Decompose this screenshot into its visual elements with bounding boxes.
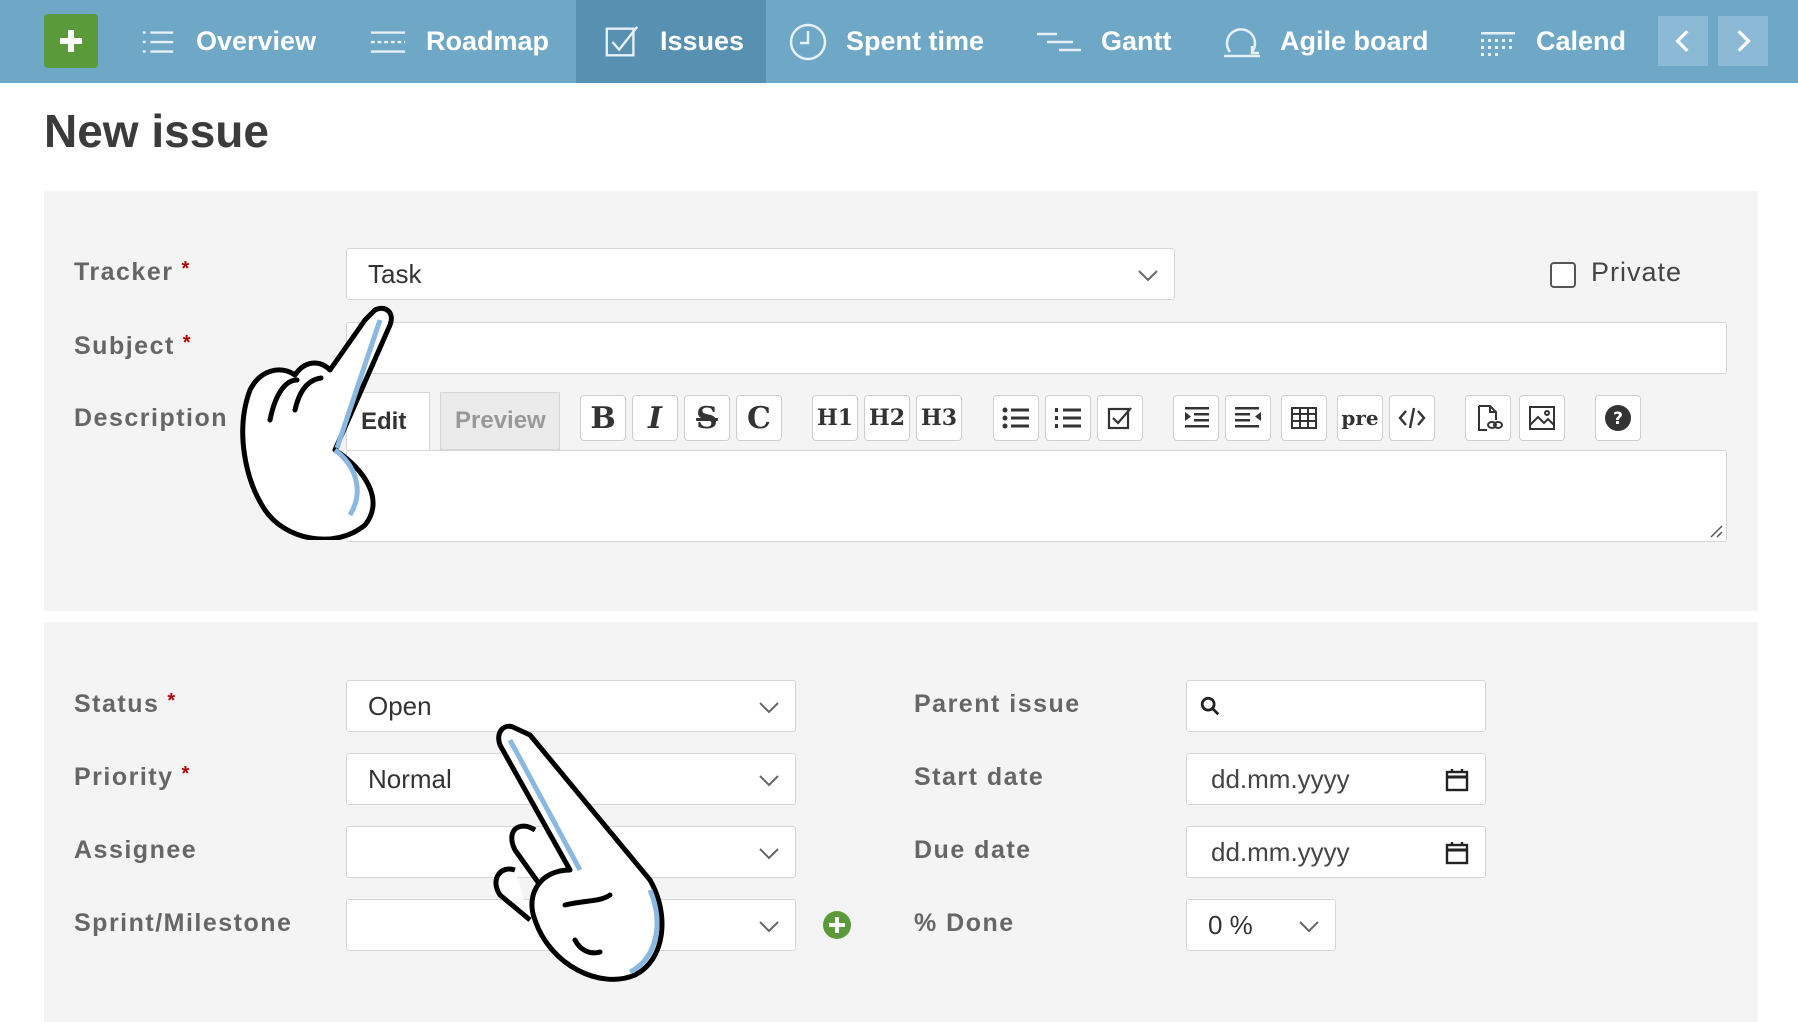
inline-code-button[interactable]: C — [736, 395, 782, 441]
nav-agile-board-label: Agile board — [1280, 26, 1429, 56]
calendar-picker-icon[interactable] — [1445, 840, 1469, 866]
italic-button[interactable]: I — [632, 395, 678, 441]
description-textarea[interactable] — [346, 450, 1727, 542]
priority-value: Normal — [368, 763, 452, 794]
subject-input[interactable] — [346, 322, 1727, 374]
nav-overview[interactable]: Overview — [138, 0, 316, 83]
preformatted-button[interactable]: pre — [1337, 395, 1383, 441]
outdent-icon — [1235, 407, 1261, 428]
due-date-placeholder: dd.mm.yyyy — [1211, 836, 1350, 867]
nav-issues[interactable]: Issues — [576, 0, 766, 83]
table-button[interactable] — [1281, 395, 1327, 441]
subject-label: Subject * — [74, 332, 193, 360]
nav-calendar[interactable]: Calend — [1478, 0, 1626, 83]
nav-roadmap[interactable]: Roadmap — [368, 0, 549, 83]
status-label: Status * — [74, 690, 177, 718]
help-button[interactable]: ? — [1595, 395, 1641, 441]
resize-grip-icon[interactable] — [1709, 524, 1723, 538]
nav-gantt[interactable]: Gantt — [1035, 0, 1172, 83]
agile-icon — [1222, 22, 1262, 62]
nav-spent-time-label: Spent time — [846, 26, 985, 56]
strikethrough-button[interactable]: S — [684, 395, 730, 441]
done-ratio-label: % Done — [914, 909, 1015, 937]
indent-left-button[interactable] — [1225, 395, 1271, 441]
nav-roadmap-label: Roadmap — [426, 26, 550, 56]
due-date-label: Due date — [914, 836, 1032, 864]
nav-calendar-label: Calend — [1536, 26, 1627, 56]
nav-agile-board[interactable]: Agile board — [1222, 0, 1429, 83]
project-menu: Overview Roadmap Issues Spent time Gantt… — [0, 0, 1798, 83]
list-icon — [138, 22, 178, 62]
due-date-input[interactable]: dd.mm.yyyy — [1186, 826, 1486, 878]
code-icon — [1398, 407, 1426, 429]
document-link-icon — [1478, 405, 1503, 431]
calendar-icon — [1478, 22, 1518, 62]
nav-scroll-left-button[interactable] — [1658, 16, 1708, 66]
assignee-label: Assignee — [74, 836, 198, 864]
tab-preview[interactable]: Preview — [440, 392, 560, 450]
clock-icon — [788, 22, 828, 62]
checklist-icon — [1107, 407, 1132, 430]
insert-link-button[interactable] — [1465, 395, 1511, 441]
chevron-down-icon — [759, 921, 779, 933]
start-date-label: Start date — [914, 763, 1045, 791]
insert-image-button[interactable] — [1519, 395, 1565, 441]
priority-label: Priority * — [74, 763, 191, 791]
parent-issue-input[interactable] — [1186, 680, 1486, 732]
code-block-button[interactable] — [1389, 395, 1435, 441]
status-value: Open — [368, 690, 432, 721]
chevron-right-icon — [1737, 30, 1751, 52]
nav-scroll-right-button[interactable] — [1718, 16, 1768, 66]
heading3-button[interactable]: H3 — [916, 395, 962, 441]
sprint-label: Sprint/Milestone — [74, 909, 293, 937]
start-date-placeholder: dd.mm.yyyy — [1211, 763, 1350, 794]
pointing-hand-icon — [493, 723, 665, 982]
heading2-button[interactable]: H2 — [864, 395, 910, 441]
description-label: Description — [74, 404, 229, 432]
parent-issue-label: Parent issue — [914, 690, 1081, 718]
table-icon — [1291, 407, 1317, 429]
help-icon: ? — [1605, 405, 1631, 431]
nav-gantt-label: Gantt — [1101, 26, 1172, 56]
roadmap-icon — [368, 22, 408, 62]
checkbox-icon — [602, 22, 642, 62]
numbered-list-button[interactable] — [1045, 395, 1091, 441]
numbered-list-icon — [1055, 408, 1081, 428]
private-label: Private — [1591, 257, 1683, 287]
bulleted-list-icon — [1002, 407, 1029, 429]
plus-icon — [60, 30, 82, 52]
new-object-button[interactable] — [44, 14, 98, 68]
chevron-down-icon — [759, 702, 779, 714]
chevron-down-icon — [1299, 921, 1319, 933]
chevron-down-icon — [1138, 270, 1158, 282]
start-date-input[interactable]: dd.mm.yyyy — [1186, 753, 1486, 805]
chevron-down-icon — [759, 848, 779, 860]
calendar-picker-icon[interactable] — [1445, 767, 1469, 793]
page-title: New issue — [44, 105, 269, 157]
nav-spent-time[interactable]: Spent time — [788, 0, 984, 83]
add-sprint-icon[interactable] — [822, 910, 852, 940]
indent-icon — [1185, 407, 1209, 428]
tracker-select[interactable]: Task — [346, 248, 1175, 300]
bulleted-list-button[interactable] — [993, 395, 1039, 441]
nav-issues-label: Issues — [660, 26, 745, 56]
indent-right-button[interactable] — [1173, 395, 1219, 441]
gantt-icon — [1035, 22, 1083, 62]
pointing-hand-icon — [240, 305, 394, 540]
checklist-button[interactable] — [1097, 395, 1143, 441]
tracker-value: Task — [368, 258, 422, 289]
done-ratio-select[interactable]: 0 % — [1186, 899, 1336, 951]
heading1-button[interactable]: H1 — [812, 395, 858, 441]
private-checkbox[interactable] — [1550, 262, 1576, 288]
image-icon — [1529, 406, 1555, 430]
done-ratio-value: 0 % — [1208, 909, 1253, 940]
chevron-down-icon — [759, 775, 779, 787]
chevron-left-icon — [1675, 30, 1689, 52]
issue-attributes-panel — [44, 622, 1758, 1022]
bold-button[interactable]: B — [580, 395, 626, 441]
svg-text:?: ? — [1613, 409, 1623, 429]
search-icon — [1200, 696, 1220, 716]
nav-overview-label: Overview — [196, 26, 317, 56]
tracker-label: Tracker * — [74, 258, 191, 286]
